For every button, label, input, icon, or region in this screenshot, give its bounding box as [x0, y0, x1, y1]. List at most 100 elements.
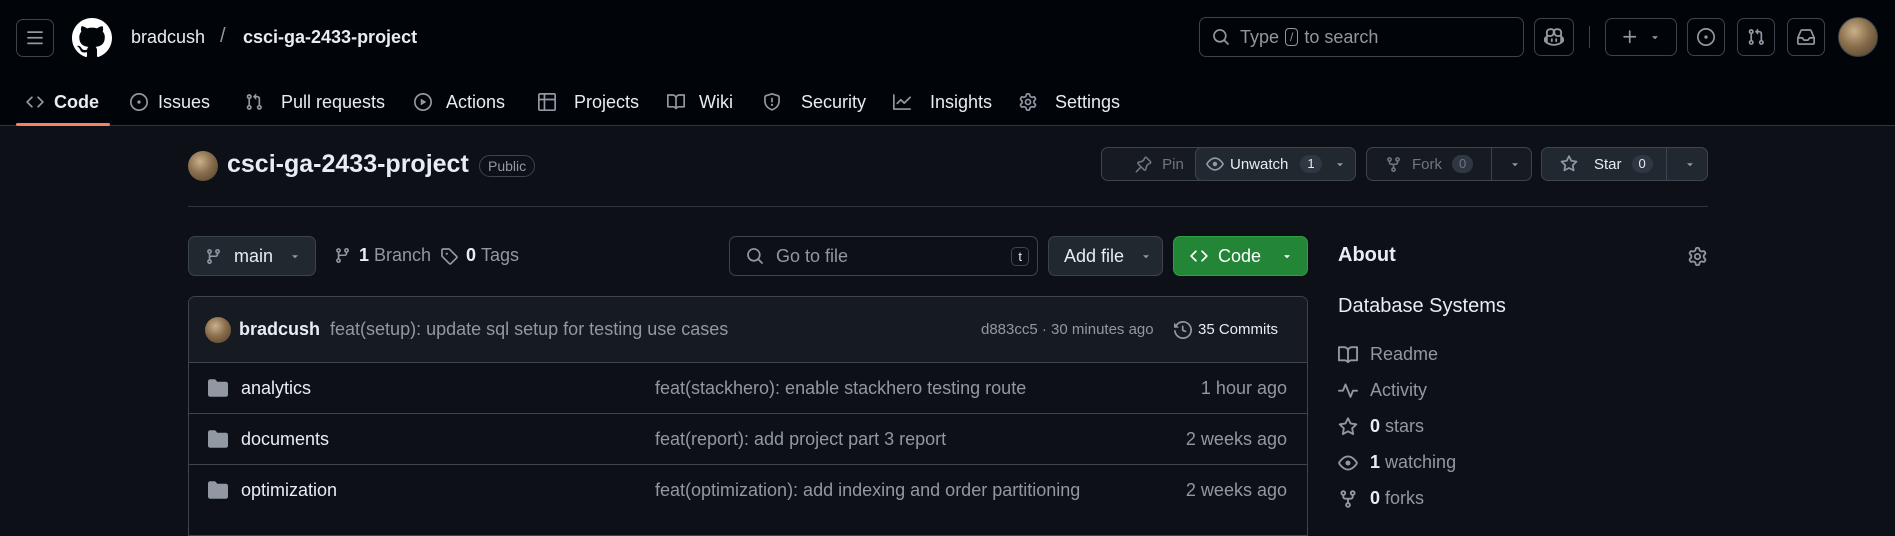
file-row-analytics[interactable]: analytics feat(stackhero): enable stackh…	[188, 362, 1307, 413]
pull-request-icon	[246, 93, 262, 110]
title-divider	[188, 206, 1708, 207]
file-row-optimization[interactable]: optimization feat(optimization): add ind…	[188, 464, 1307, 515]
tab-projects[interactable]: Projects	[538, 78, 639, 126]
eye-icon	[1338, 455, 1358, 470]
pin-icon	[1135, 156, 1152, 172]
add-file-label: Add file	[1064, 245, 1125, 266]
caret-down-icon[interactable]	[1509, 158, 1521, 170]
tag-count: 0	[466, 245, 477, 265]
inbox-button[interactable]	[1787, 18, 1825, 56]
fork-button[interactable]: Fork 0	[1366, 147, 1532, 181]
stars-count: 0	[1370, 416, 1381, 436]
fork-icon	[1340, 489, 1356, 508]
branches-link[interactable]: 1 Branch	[334, 245, 431, 266]
repo-description: Database Systems	[1338, 295, 1506, 317]
branch-name: main	[234, 245, 274, 266]
tab-pull-requests[interactable]: Pull requests	[245, 78, 385, 126]
search-prefix: Type	[1240, 26, 1280, 47]
star-icon	[1560, 155, 1578, 172]
file-row-documents[interactable]: documents feat(report): add project part…	[188, 413, 1307, 464]
commit-author[interactable]: bradcush	[239, 319, 320, 340]
graph-icon	[893, 94, 911, 110]
issues-button[interactable]	[1687, 18, 1725, 56]
fork-label: Fork	[1412, 155, 1442, 173]
owner-link[interactable]: bradcush	[131, 27, 205, 48]
caret-down-icon[interactable]	[1684, 158, 1696, 170]
folder-icon	[208, 481, 228, 499]
unwatch-button[interactable]: Unwatch 1	[1195, 147, 1356, 181]
pull-requests-button[interactable]	[1737, 18, 1775, 56]
pin-label: Pin	[1162, 155, 1184, 173]
header-divider	[1589, 26, 1590, 48]
inbox-icon	[1797, 29, 1815, 45]
star-divider	[1666, 148, 1667, 180]
user-avatar[interactable]	[1838, 17, 1878, 57]
branch-icon	[207, 248, 220, 264]
file-name[interactable]: analytics	[241, 378, 311, 399]
commit-meta[interactable]: d883cc5 · 30 minutes ago	[981, 321, 1154, 338]
file-commit-message[interactable]: feat(stackhero): enable stackhero testin…	[655, 378, 1026, 399]
book-icon	[1338, 345, 1358, 363]
tab-issues[interactable]: Issues	[130, 78, 210, 126]
shield-icon	[764, 93, 780, 111]
gear-icon[interactable]	[1688, 247, 1707, 266]
tab-security[interactable]: Security	[763, 78, 866, 126]
unwatch-label: Unwatch	[1230, 155, 1289, 173]
go-to-file-input[interactable]: Go to file t	[729, 236, 1038, 276]
commit-message[interactable]: feat(setup): update sql setup for testin…	[330, 319, 728, 340]
file-name[interactable]: documents	[241, 429, 329, 450]
breadcrumb-separator: /	[220, 25, 226, 47]
latest-commit-bar: bradcush feat(setup): update sql setup f…	[189, 297, 1307, 362]
commit-author-avatar[interactable]	[205, 316, 231, 343]
tab-actions-label: Actions	[446, 91, 506, 112]
activity-link[interactable]: Activity	[1338, 380, 1427, 401]
add-file-button[interactable]: Add file	[1048, 236, 1163, 276]
file-commit-message[interactable]: feat(optimization): add indexing and ord…	[655, 480, 1080, 501]
stars-link[interactable]: 0 stars	[1338, 416, 1424, 437]
star-count: 0	[1631, 155, 1653, 173]
commits-link[interactable]: 35 Commits	[1174, 320, 1278, 339]
code-label: Code	[1218, 245, 1262, 266]
create-new-button[interactable]	[1605, 18, 1677, 56]
repo-name[interactable]: csci-ga-2433-project	[227, 150, 469, 179]
branch-label: Branch	[374, 245, 432, 265]
tab-insights[interactable]: Insights	[892, 78, 992, 126]
fork-divider	[1491, 148, 1492, 180]
search-input[interactable]: Type / to search	[1199, 17, 1524, 57]
readme-label: Readme	[1370, 344, 1439, 364]
eye-icon	[1206, 157, 1224, 171]
caret-down-icon	[1143, 255, 1149, 259]
tab-wiki[interactable]: Wiki	[667, 78, 733, 126]
readme-link[interactable]: Readme	[1338, 344, 1438, 365]
history-icon	[1174, 320, 1192, 339]
menu-button[interactable]	[16, 19, 54, 57]
tab-security-label: Security	[801, 91, 867, 112]
fork-count: 0	[1452, 155, 1474, 173]
tags-link[interactable]: 0 Tags	[440, 245, 519, 266]
tab-settings-label: Settings	[1055, 91, 1121, 112]
book-icon	[667, 94, 685, 110]
tab-actions[interactable]: Actions	[414, 78, 505, 126]
stars-label: stars	[1385, 416, 1425, 436]
tab-code[interactable]: Code	[26, 78, 99, 126]
tab-settings[interactable]: Settings	[1019, 78, 1120, 126]
file-name[interactable]: optimization	[241, 480, 337, 501]
github-logo-icon[interactable]	[72, 18, 112, 58]
go-to-file-placeholder: Go to file	[776, 245, 849, 266]
star-label: Star	[1594, 155, 1622, 173]
repo-link[interactable]: csci-ga-2433-project	[243, 27, 417, 48]
file-commit-message[interactable]: feat(report): add project part 3 report	[655, 429, 946, 450]
code-button[interactable]: Code	[1173, 236, 1308, 276]
forks-link[interactable]: 0 forks	[1338, 488, 1424, 509]
issue-icon	[1697, 28, 1715, 46]
file-time: 2 weeks ago	[1185, 428, 1287, 449]
play-icon	[414, 93, 432, 111]
watching-link[interactable]: 1 watching	[1338, 452, 1456, 473]
star-button[interactable]: Star 0	[1541, 147, 1708, 181]
star-icon	[1338, 416, 1358, 435]
forks-count: 0	[1370, 488, 1381, 508]
copilot-button[interactable]	[1534, 18, 1574, 56]
branch-selector[interactable]: main	[188, 236, 316, 276]
app-header: bradcush / csci-ga-2433-project Type / t…	[0, 0, 1895, 126]
hamburger-icon	[27, 31, 43, 45]
